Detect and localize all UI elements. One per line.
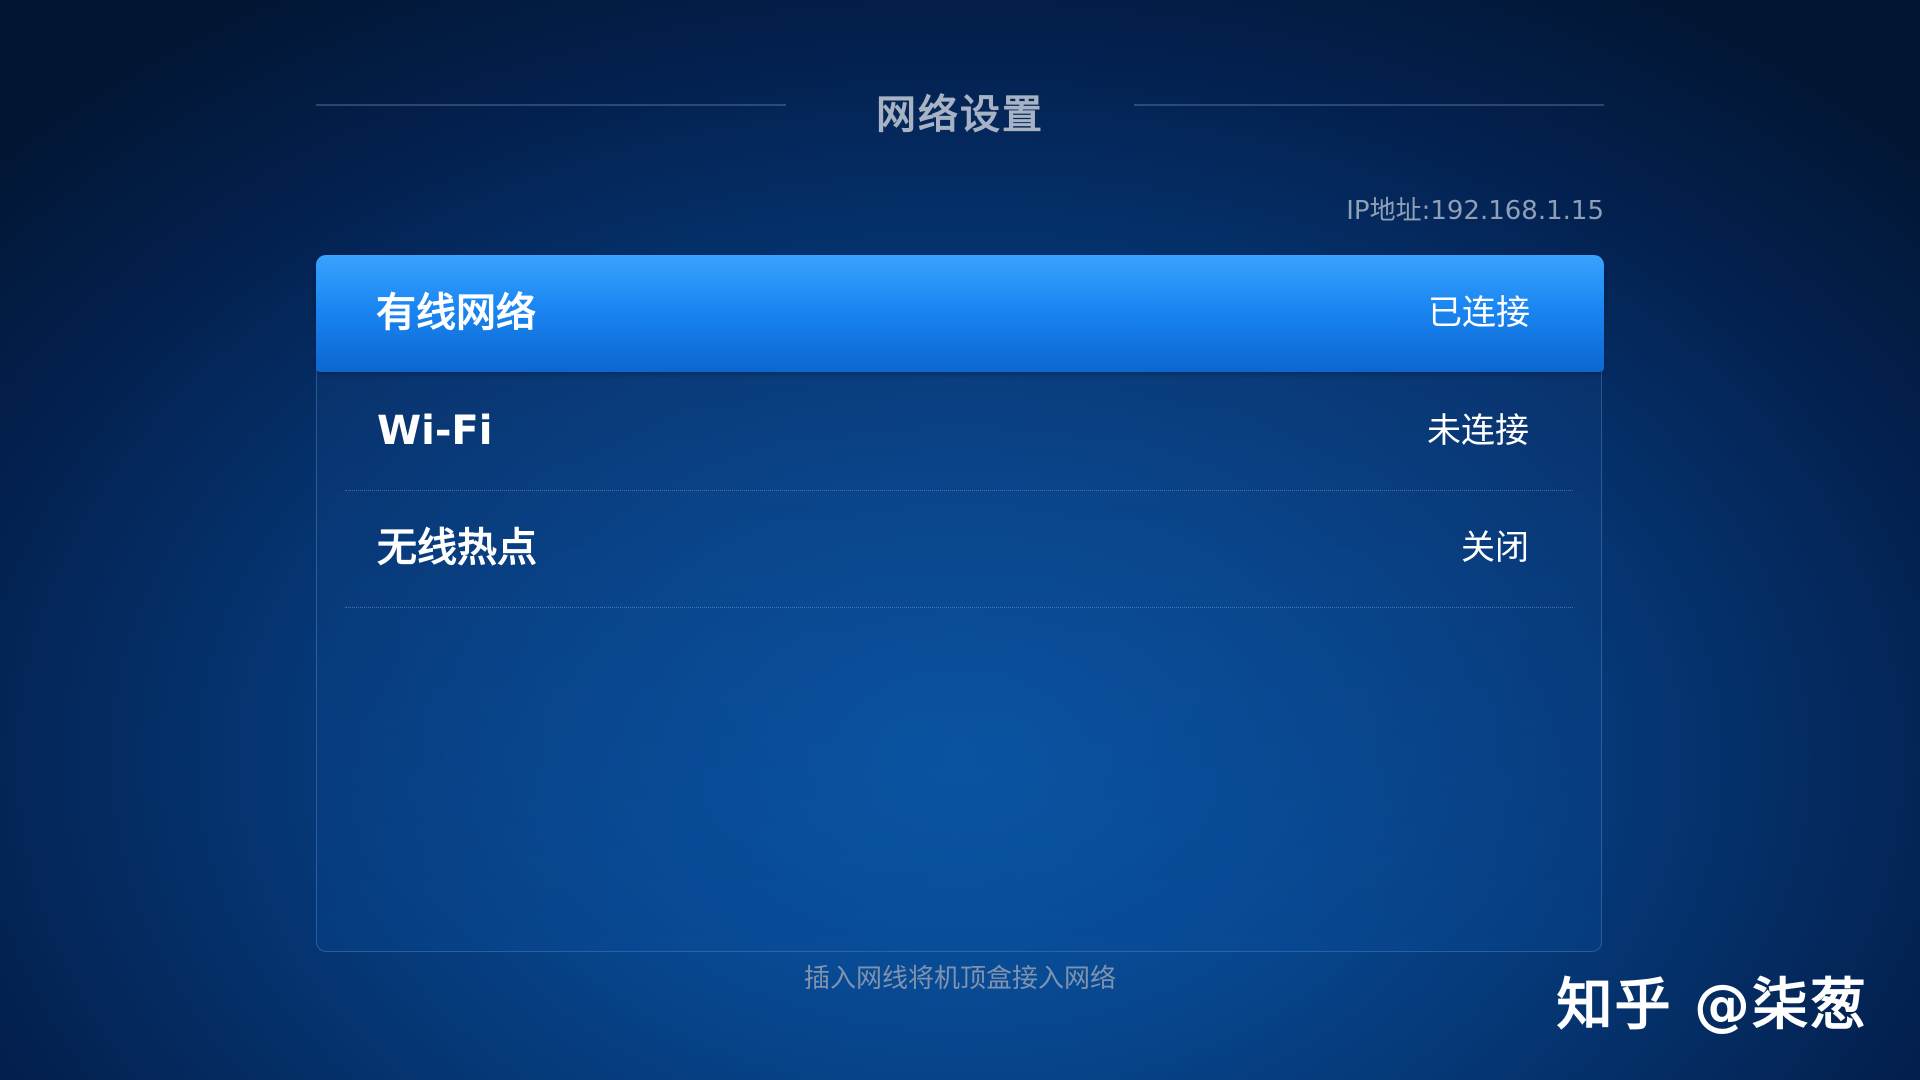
menu-item-wired-network[interactable]: 有线网络 已连接 xyxy=(316,255,1604,372)
menu-item-label: 无线热点 xyxy=(377,525,537,571)
menu-item-label: 有线网络 xyxy=(376,290,536,336)
ip-address-label: IP地址:192.168.1.15 xyxy=(1346,196,1604,226)
network-settings-panel: 有线网络 已连接 Wi-Fi 未连接 无线热点 关闭 xyxy=(316,255,1604,952)
menu-item-status: 关闭 xyxy=(1461,528,1529,568)
header: 网络设置 xyxy=(316,72,1604,142)
menu-item-status: 未连接 xyxy=(1427,411,1529,451)
menu-item-label: Wi-Fi xyxy=(377,408,493,454)
row-divider xyxy=(345,607,1573,608)
menu-item-wifi[interactable]: Wi-Fi 未连接 xyxy=(317,373,1603,490)
menu-item-status: 已连接 xyxy=(1428,293,1530,333)
page-title: 网络设置 xyxy=(876,92,1044,138)
watermark: 知乎 @柒葱 xyxy=(1556,973,1868,1038)
header-divider-right xyxy=(1134,104,1604,106)
menu-item-hotspot[interactable]: 无线热点 关闭 xyxy=(317,490,1603,607)
